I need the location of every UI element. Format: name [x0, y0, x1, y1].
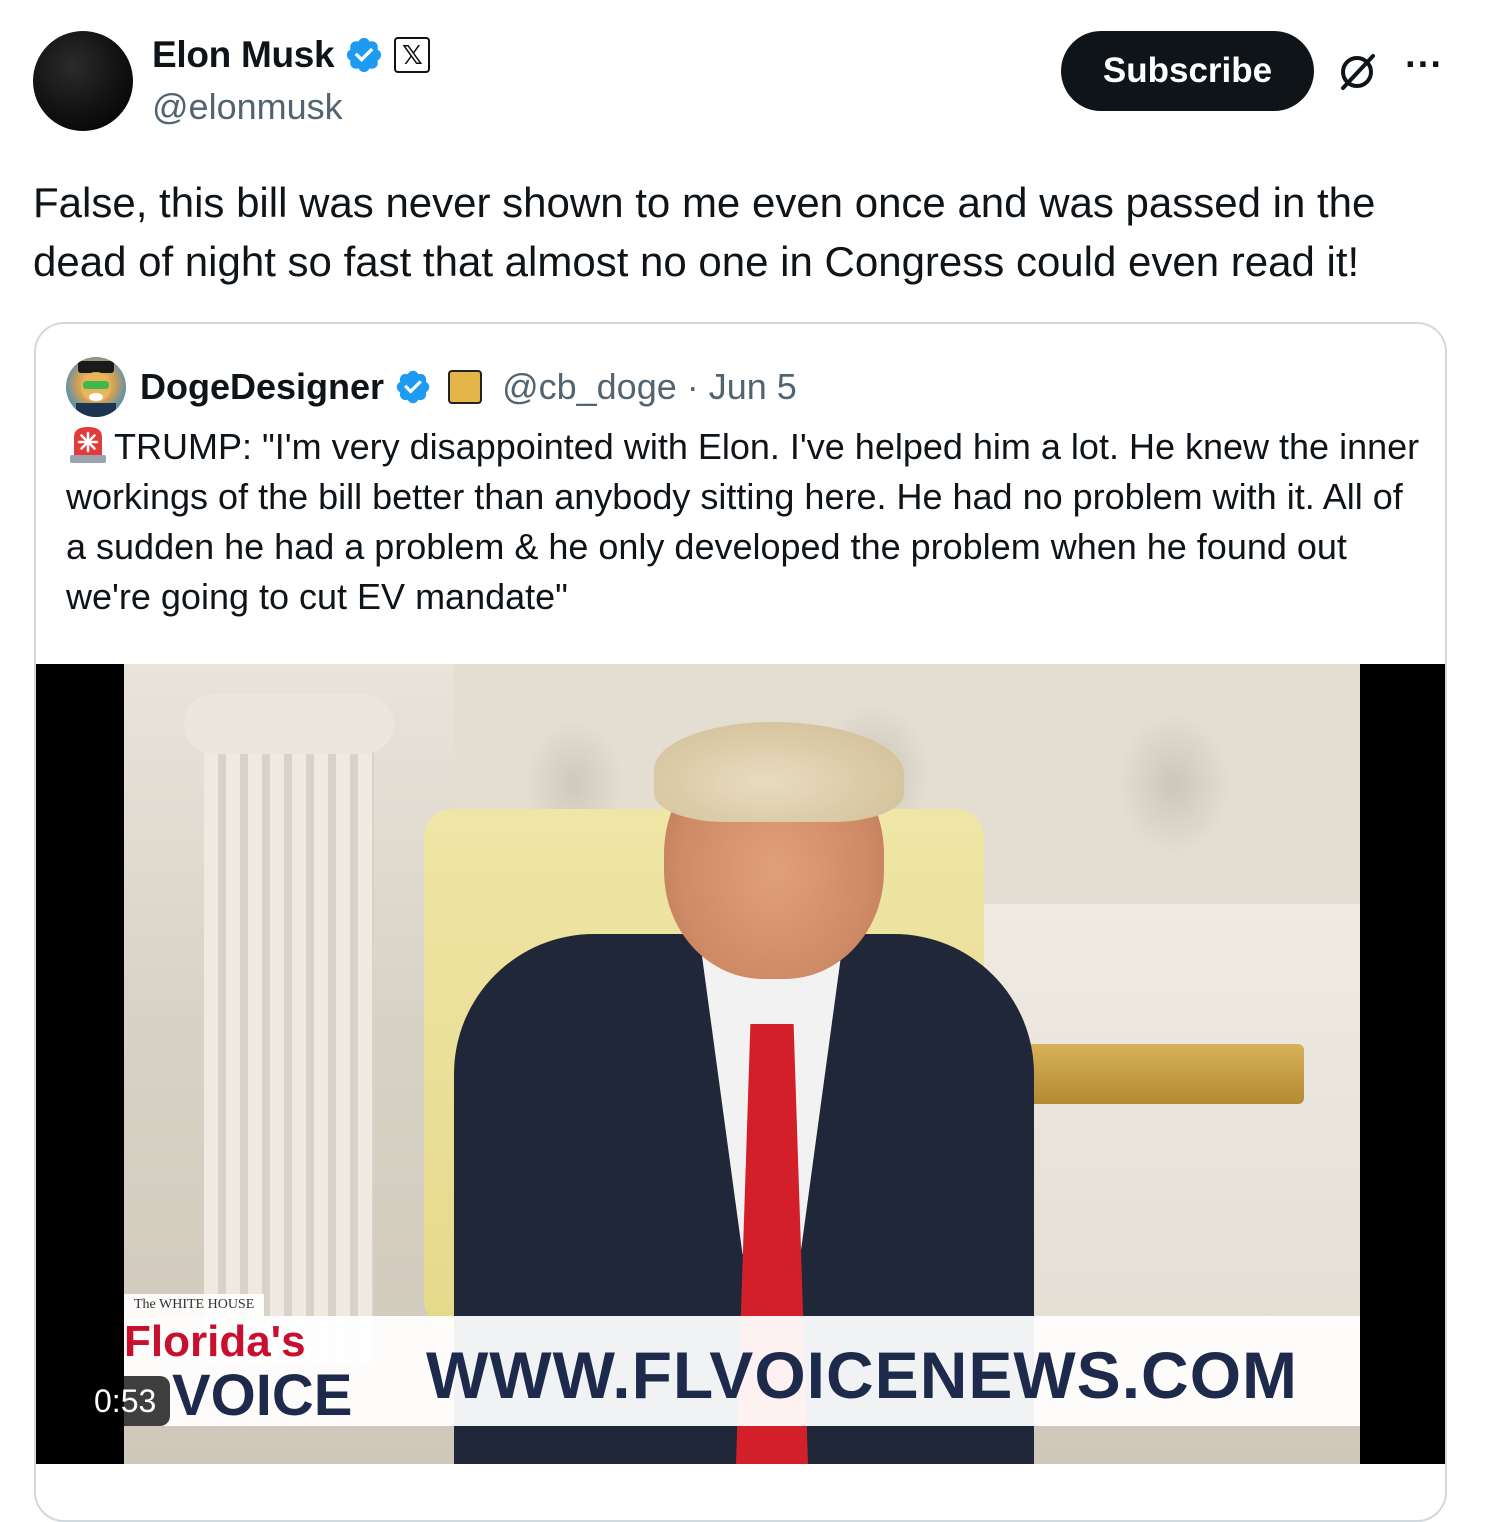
quoted-author-display-name[interactable]: DogeDesigner — [140, 366, 384, 408]
quoted-verified-badge-icon[interactable] — [394, 368, 432, 406]
doge-affiliation-badge-icon[interactable] — [448, 370, 483, 404]
quoted-tweet-body: TRUMP: "I'm very disappointed with Elon.… — [66, 426, 1420, 617]
video-frame[interactable]: The WHITE HOUSE Florida's VOICE WWW.FLVO… — [124, 664, 1360, 1464]
more-options-icon[interactable]: ··· — [1402, 46, 1446, 90]
author-handle[interactable]: @elonmusk — [152, 86, 343, 128]
video-scene-column-cap — [184, 694, 394, 754]
tweet-text: False, this bill was never shown to me e… — [33, 179, 1376, 285]
author-display-name[interactable]: Elon Musk — [152, 34, 335, 76]
quoted-tweet-card[interactable]: DogeDesigner @cb_doge · Jun 5 TRUMP: "I'… — [34, 322, 1447, 1522]
video-overlay-url: WWW.FLVOICENEWS.COM — [426, 1338, 1299, 1412]
handle-date-separator: · — [676, 366, 709, 407]
subscribe-button[interactable]: Subscribe — [1061, 31, 1314, 111]
quoted-author-avatar[interactable] — [66, 357, 126, 417]
grok-icon[interactable] — [1335, 50, 1379, 94]
quoted-tweet-date[interactable]: Jun 5 — [709, 366, 797, 407]
floridas-voice-logo-line1: Florida's — [124, 1317, 306, 1366]
quoted-author-handle-date[interactable]: @cb_doge · Jun 5 — [502, 366, 797, 408]
quoted-tweet-text: TRUMP: "I'm very disappointed with Elon.… — [66, 422, 1426, 622]
verified-badge-icon[interactable] — [344, 35, 384, 75]
white-house-overlay-label: The WHITE HOUSE — [124, 1294, 265, 1316]
video-scene-column — [204, 704, 374, 1364]
video-duration-badge: 0:53 — [80, 1376, 171, 1426]
x-affiliation-badge-icon[interactable]: 𝕏 — [394, 37, 431, 73]
siren-icon — [70, 427, 106, 463]
floridas-voice-logo-line2: VOICE — [172, 1363, 353, 1428]
video-player[interactable]: The WHITE HOUSE Florida's VOICE WWW.FLVO… — [36, 664, 1445, 1464]
video-scene-gold-trim — [1004, 1044, 1304, 1104]
quoted-tweet-header: DogeDesigner @cb_doge · Jun 5 — [66, 357, 797, 417]
doge-avatar-icon — [76, 361, 116, 417]
video-scene-hair — [654, 722, 904, 822]
author-avatar[interactable] — [33, 31, 133, 131]
author-name-row: Elon Musk 𝕏 — [152, 34, 431, 76]
video-scene-wainscot — [984, 904, 1360, 1324]
quoted-author-handle[interactable]: @cb_doge — [502, 366, 677, 407]
